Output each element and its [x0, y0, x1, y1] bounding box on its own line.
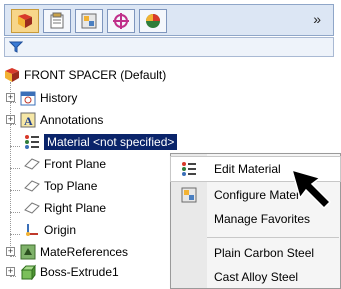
- filter-icon[interactable]: [9, 40, 23, 54]
- tree-connector: [10, 124, 16, 125]
- material-icon: [24, 134, 40, 150]
- tree-item-matereferences[interactable]: MateReferences: [20, 241, 128, 263]
- origin-icon: [24, 222, 40, 238]
- tree-item-label: Origin: [44, 223, 77, 237]
- filter-bar: [4, 37, 334, 57]
- menu-item-label: Configure Mater: [214, 188, 301, 202]
- material-icon: [179, 160, 199, 178]
- tree-item-history[interactable]: History: [20, 87, 77, 109]
- dimxpert-tab[interactable]: [107, 9, 135, 33]
- display-manager-icon: [146, 14, 160, 28]
- tree-item-label: Front Plane: [44, 157, 107, 171]
- manager-toolbar: »: [4, 4, 334, 36]
- tree-item-label: History: [40, 91, 78, 105]
- tree-item-right-plane[interactable]: Right Plane: [24, 197, 106, 219]
- tree-item-top-plane[interactable]: Top Plane: [24, 175, 97, 197]
- tree-item-label: Right Plane: [44, 201, 107, 215]
- tree-item-boss-extrude1[interactable]: Boss-Extrude1: [20, 261, 119, 283]
- menu-item-label: Cast Alloy Steel: [214, 270, 299, 284]
- svg-text:A: A: [24, 114, 33, 128]
- plane-icon: [24, 200, 40, 216]
- part-icon: [4, 67, 20, 83]
- menu-item-label: Edit Material: [214, 162, 281, 176]
- tree-item-front-plane[interactable]: Front Plane: [24, 153, 106, 175]
- mate-references-icon: [20, 244, 36, 260]
- expand-matereferences-toggle[interactable]: +: [6, 247, 15, 256]
- tree-connector: [10, 276, 16, 277]
- tree-item-label: MateReferences: [40, 245, 129, 259]
- property-manager-tab[interactable]: [43, 9, 71, 33]
- tree-item-annotations[interactable]: A Annotations: [20, 109, 103, 131]
- menu-item-plain-carbon-steel[interactable]: Plain Carbon Steel: [171, 241, 340, 265]
- property-manager-icon: [50, 12, 64, 29]
- tree-connector: [10, 102, 16, 103]
- extrude-icon: [20, 264, 36, 280]
- tree-connector: [10, 234, 20, 235]
- tree-item-label: Boss-Extrude1: [40, 265, 119, 279]
- tree-root-label: FRONT SPACER (Default): [24, 68, 167, 82]
- tree-item-origin[interactable]: Origin: [24, 219, 76, 241]
- expand-annotations-toggle[interactable]: +: [6, 115, 15, 124]
- menu-item-cast-alloy-steel[interactable]: Cast Alloy Steel: [171, 265, 340, 289]
- feature-manager-tab[interactable]: [11, 9, 39, 33]
- expand-history-toggle[interactable]: +: [6, 93, 15, 102]
- menu-item-label: Plain Carbon Steel: [214, 246, 315, 260]
- dimxpert-icon: [113, 13, 129, 29]
- plane-icon: [24, 156, 40, 172]
- tree-root[interactable]: FRONT SPACER (Default): [4, 64, 166, 86]
- menu-item-label: Manage Favorites: [214, 212, 311, 226]
- tree-item-label: Material <not specified>: [44, 134, 178, 150]
- cursor-arrow-icon: [290, 168, 332, 210]
- tree-item-material[interactable]: Material <not specified>: [24, 131, 178, 153]
- tree-connector: [10, 82, 11, 250]
- configuration-manager-icon: [81, 13, 97, 29]
- configuration-manager-tab[interactable]: [75, 9, 103, 33]
- tree-item-label: Annotations: [40, 113, 104, 127]
- expand-boss-extrude-toggle[interactable]: +: [6, 267, 15, 276]
- feature-manager-icon: [18, 14, 32, 28]
- tree-item-label: Top Plane: [44, 179, 98, 193]
- more-tabs-button[interactable]: »: [313, 11, 321, 27]
- tree-connector: [10, 256, 16, 257]
- tree-connector: [10, 190, 20, 191]
- tree-connector: [10, 168, 20, 169]
- tree-connector: [10, 212, 20, 213]
- display-manager-tab[interactable]: [139, 9, 167, 33]
- plane-icon: [24, 178, 40, 194]
- tree-connector: [10, 146, 20, 147]
- menu-separator: [207, 237, 339, 238]
- annotations-icon: A: [20, 112, 36, 128]
- history-icon: [20, 90, 36, 106]
- configure-icon: [179, 186, 199, 204]
